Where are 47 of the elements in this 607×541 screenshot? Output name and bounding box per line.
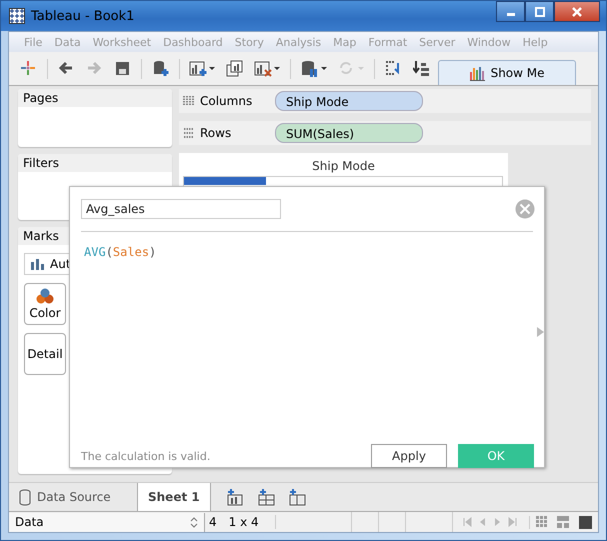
status-message: The calculation is valid. <box>81 450 210 463</box>
apply-button[interactable]: Apply <box>371 444 447 468</box>
new-worksheet-icon[interactable] <box>226 488 244 506</box>
sort-icon[interactable] <box>413 60 430 77</box>
minimize-icon <box>506 12 514 16</box>
bar-chart-icon <box>31 258 44 270</box>
maximize-icon <box>534 6 544 16</box>
back-arrow-icon[interactable] <box>58 60 75 77</box>
card-title: Pages <box>18 89 172 107</box>
sheet-tab[interactable]: Sheet 1 <box>138 483 211 511</box>
calculation-name-field[interactable]: Avg_sales <box>81 199 281 219</box>
spinner-icon <box>190 516 198 528</box>
field-pill[interactable]: Ship Mode <box>275 91 423 111</box>
axis-header: Ship Mode <box>312 159 375 173</box>
data-source-icon[interactable] <box>301 60 328 77</box>
show-me-button[interactable]: Show Me <box>438 60 576 85</box>
duplicate-sheet-icon[interactable] <box>226 60 244 77</box>
save-icon[interactable] <box>114 60 131 77</box>
full-view-icon[interactable] <box>579 516 592 528</box>
formula-text[interactable]: AVG(Sales) <box>84 245 156 259</box>
detail-button[interactable]: Detail <box>24 333 66 375</box>
add-database-icon[interactable] <box>152 60 169 77</box>
clear-sheet-icon[interactable] <box>254 60 280 77</box>
card-title: Filters <box>18 154 172 172</box>
cylinder-icon <box>19 488 31 506</box>
dimensions-text: 1 x 4 <box>228 515 276 529</box>
maximize-button[interactable] <box>525 1 554 22</box>
new-story-icon[interactable] <box>288 488 306 506</box>
color-circles-icon <box>36 288 54 304</box>
color-button[interactable]: Color <box>24 283 66 325</box>
close-icon <box>572 6 582 16</box>
tableau-logo-icon[interactable] <box>20 60 37 77</box>
new-sheet-icon[interactable] <box>189 60 216 77</box>
ok-button[interactable]: OK <box>458 444 534 468</box>
new-dashboard-icon[interactable] <box>258 488 275 506</box>
shelf-label: Columns <box>200 94 252 108</box>
close-button[interactable] <box>554 1 600 22</box>
columns-icon <box>183 95 195 107</box>
minimize-button[interactable] <box>496 1 525 22</box>
rows-icon <box>183 127 195 139</box>
bar-chart-icon <box>470 66 485 80</box>
window-title: Tableau - Book1 <box>31 8 136 24</box>
shelf-label: Rows <box>200 126 232 140</box>
app-logo-icon <box>9 8 25 24</box>
data-dropdown[interactable]: Data <box>9 512 205 532</box>
marks-count: 4 <box>208 515 218 529</box>
field-pill[interactable]: SUM(Sales) <box>275 123 423 143</box>
